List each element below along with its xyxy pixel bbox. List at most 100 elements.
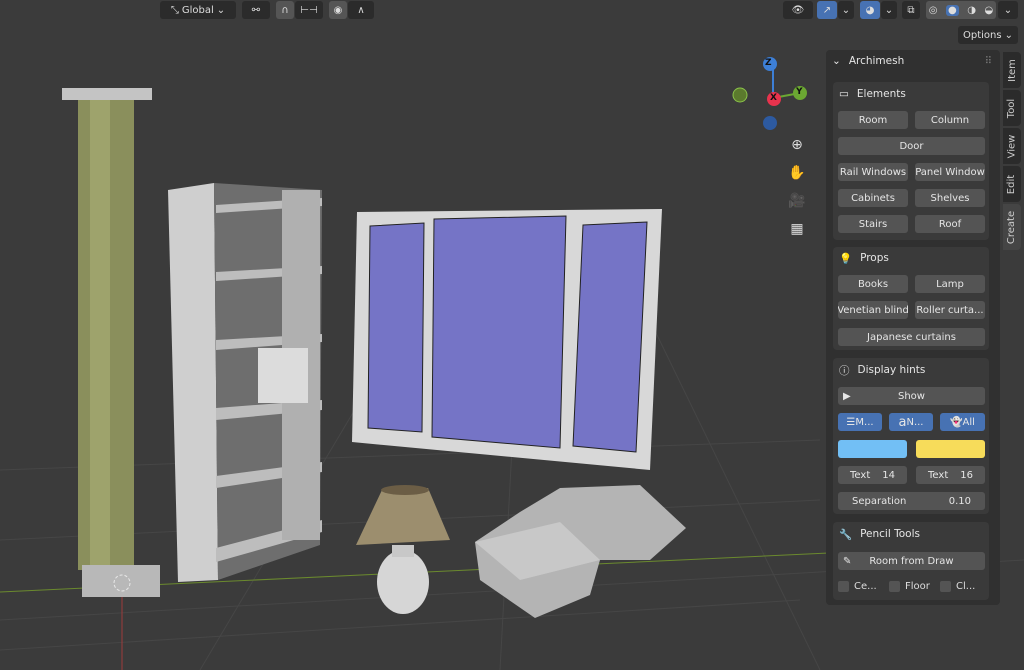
tab-edit[interactable]: Edit (1003, 166, 1021, 202)
align-lines-icon: ☰ (846, 416, 856, 428)
visibility-dropdown[interactable]: 👁 (783, 1, 813, 19)
tab-label: Tool (1006, 98, 1018, 118)
link-icon: ⚯ (251, 4, 261, 16)
overlay-toggle[interactable]: ◕ (860, 1, 880, 19)
tab-label: View (1006, 134, 1018, 158)
tab-create[interactable]: Create (1003, 204, 1021, 250)
props-section: 💡 Props Books Lamp Venetian blind Roller … (833, 247, 989, 350)
close-checkbox[interactable]: Cl... (940, 581, 975, 592)
question-icon: ⓘ (839, 364, 850, 377)
field-value: 0.10 (948, 495, 971, 507)
gizmo-z-label: Z (765, 58, 772, 68)
options-dropdown[interactable]: Options ⌄ (958, 26, 1018, 44)
separation-field[interactable]: Separation 0.10 (838, 492, 985, 510)
gizmo-toggle[interactable]: ↗ (817, 1, 837, 19)
toggle-label: N... (906, 416, 924, 428)
overlay-icon: ◕ (865, 4, 875, 16)
text-size-1-field[interactable]: Text 14 (838, 466, 907, 484)
shelves-button[interactable]: Shelves (915, 189, 985, 207)
door-button[interactable]: Door (838, 137, 985, 155)
ceiling-checkbox[interactable]: Ce... (838, 581, 877, 592)
cabinets-button[interactable]: Cabinets (838, 189, 908, 207)
falloff-dropdown[interactable]: ∧ (348, 1, 374, 19)
gizmo-dropdown[interactable]: ⌄ (838, 1, 854, 19)
font-a-icon: a (898, 414, 907, 430)
show-label: Show (898, 390, 925, 402)
display-hints-section: ⓘ Display hints ▶ Show ☰ M... a N... 👻 All Te… (833, 358, 989, 514)
rail-windows-button[interactable]: Rail Windows (838, 163, 908, 181)
floor-checkbox[interactable]: Floor (889, 581, 930, 592)
material-icon[interactable]: ◑ (967, 5, 976, 16)
toggle-label: All (962, 416, 975, 428)
rendered-icon[interactable]: ◒ (985, 5, 994, 16)
lamp-button[interactable]: Lamp (915, 275, 985, 293)
tab-tool[interactable]: Tool (1003, 90, 1021, 126)
tab-label: Create (1006, 210, 1018, 244)
shelves-object[interactable] (168, 183, 322, 582)
options-label: Options (963, 29, 1002, 41)
stairs-object[interactable] (475, 485, 686, 618)
perspective-grid-icon[interactable]: ▦ (786, 218, 808, 240)
button-label: Room from Draw (869, 555, 954, 567)
gizmo-icon: ↗ (822, 4, 832, 16)
snap-increment-icon: ⊢⊣ (300, 4, 318, 16)
japanese-curtains-button[interactable]: Japanese curtains (838, 328, 985, 346)
solid-icon[interactable]: ● (946, 4, 959, 16)
snap-target-dropdown[interactable]: ⊢⊣ (295, 1, 323, 19)
props-header: 💡 Props (839, 249, 889, 267)
pan-hand-icon[interactable]: ✋ (786, 162, 808, 184)
stairs-button[interactable]: Stairs (838, 215, 908, 233)
checkbox[interactable] (940, 581, 951, 592)
panel-header[interactable]: ⌄ Archimesh (832, 52, 904, 70)
column-object[interactable] (62, 88, 160, 597)
lightbulb-icon: 💡 (839, 252, 853, 265)
color-swatch-1[interactable] (838, 440, 907, 458)
section-title: Pencil Tools (860, 528, 920, 540)
field-label: Separation (852, 495, 907, 507)
tab-view[interactable]: View (1003, 128, 1021, 164)
ghost-icon: 👻 (950, 416, 963, 428)
snap-toggle[interactable]: ∩ (276, 1, 294, 19)
checkbox-label: Ce... (854, 581, 877, 592)
window-object[interactable] (352, 209, 662, 470)
xray-toggle[interactable]: ⧉ (902, 1, 920, 19)
camera-icon[interactable]: 🎥 (786, 190, 808, 212)
drag-handle-icon[interactable]: ⠿ (985, 56, 992, 67)
shading-dropdown[interactable]: ⌄ (998, 1, 1018, 19)
orientation-dropdown[interactable]: ⤡ Global ⌄ (160, 1, 236, 19)
hints-header: ⓘ Display hints (839, 361, 925, 379)
room-button[interactable]: Room (838, 111, 908, 129)
checkbox[interactable] (889, 581, 900, 592)
all-toggle[interactable]: 👻 All (940, 413, 985, 431)
transform-axes-icon: ⤡ (170, 4, 179, 16)
books-button[interactable]: Books (838, 275, 908, 293)
zoom-icon[interactable]: ⊕ (786, 134, 808, 156)
field-label: Text (928, 469, 949, 481)
proportional-edit-toggle[interactable]: ◉ (329, 1, 347, 19)
shading-modes[interactable]: ◎ ● ◑ ◒ (926, 1, 996, 19)
column-button[interactable]: Column (915, 111, 985, 129)
checkbox[interactable] (838, 581, 849, 592)
gizmo-x-label: X (770, 93, 777, 103)
venetian-blind-button[interactable]: Venetian blind (838, 301, 908, 319)
tab-label: Edit (1006, 174, 1018, 194)
roof-button[interactable]: Roof (915, 215, 985, 233)
roller-curtains-button[interactable]: Roller curta... (915, 301, 985, 319)
overlay-dropdown[interactable]: ⌄ (881, 1, 897, 19)
panel-window-button[interactable]: Panel Window (915, 163, 985, 181)
chevron-down-icon: ⌄ (216, 4, 226, 16)
pencil-tools-section: 🔧 Pencil Tools ✎ Room from Draw Ce... Floo… (833, 522, 989, 600)
text-size-2-field[interactable]: Text 16 (916, 466, 985, 484)
room-from-draw-button[interactable]: ✎ Room from Draw (838, 552, 985, 570)
wireframe-icon[interactable]: ◎ (929, 5, 938, 16)
pivot-dropdown[interactable]: ⚯ (242, 1, 270, 19)
color-swatch-2[interactable] (916, 440, 985, 458)
measures-toggle[interactable]: ☰ M... (838, 413, 882, 431)
checkbox-label: Floor (905, 581, 930, 592)
orientation-label: Global (181, 4, 214, 16)
section-title: Elements (856, 88, 906, 100)
elements-header: ▭ Elements (839, 85, 906, 103)
tab-item[interactable]: Item (1003, 52, 1021, 88)
names-toggle[interactable]: a N... (889, 413, 933, 431)
show-hints-button[interactable]: ▶ Show (838, 387, 985, 405)
